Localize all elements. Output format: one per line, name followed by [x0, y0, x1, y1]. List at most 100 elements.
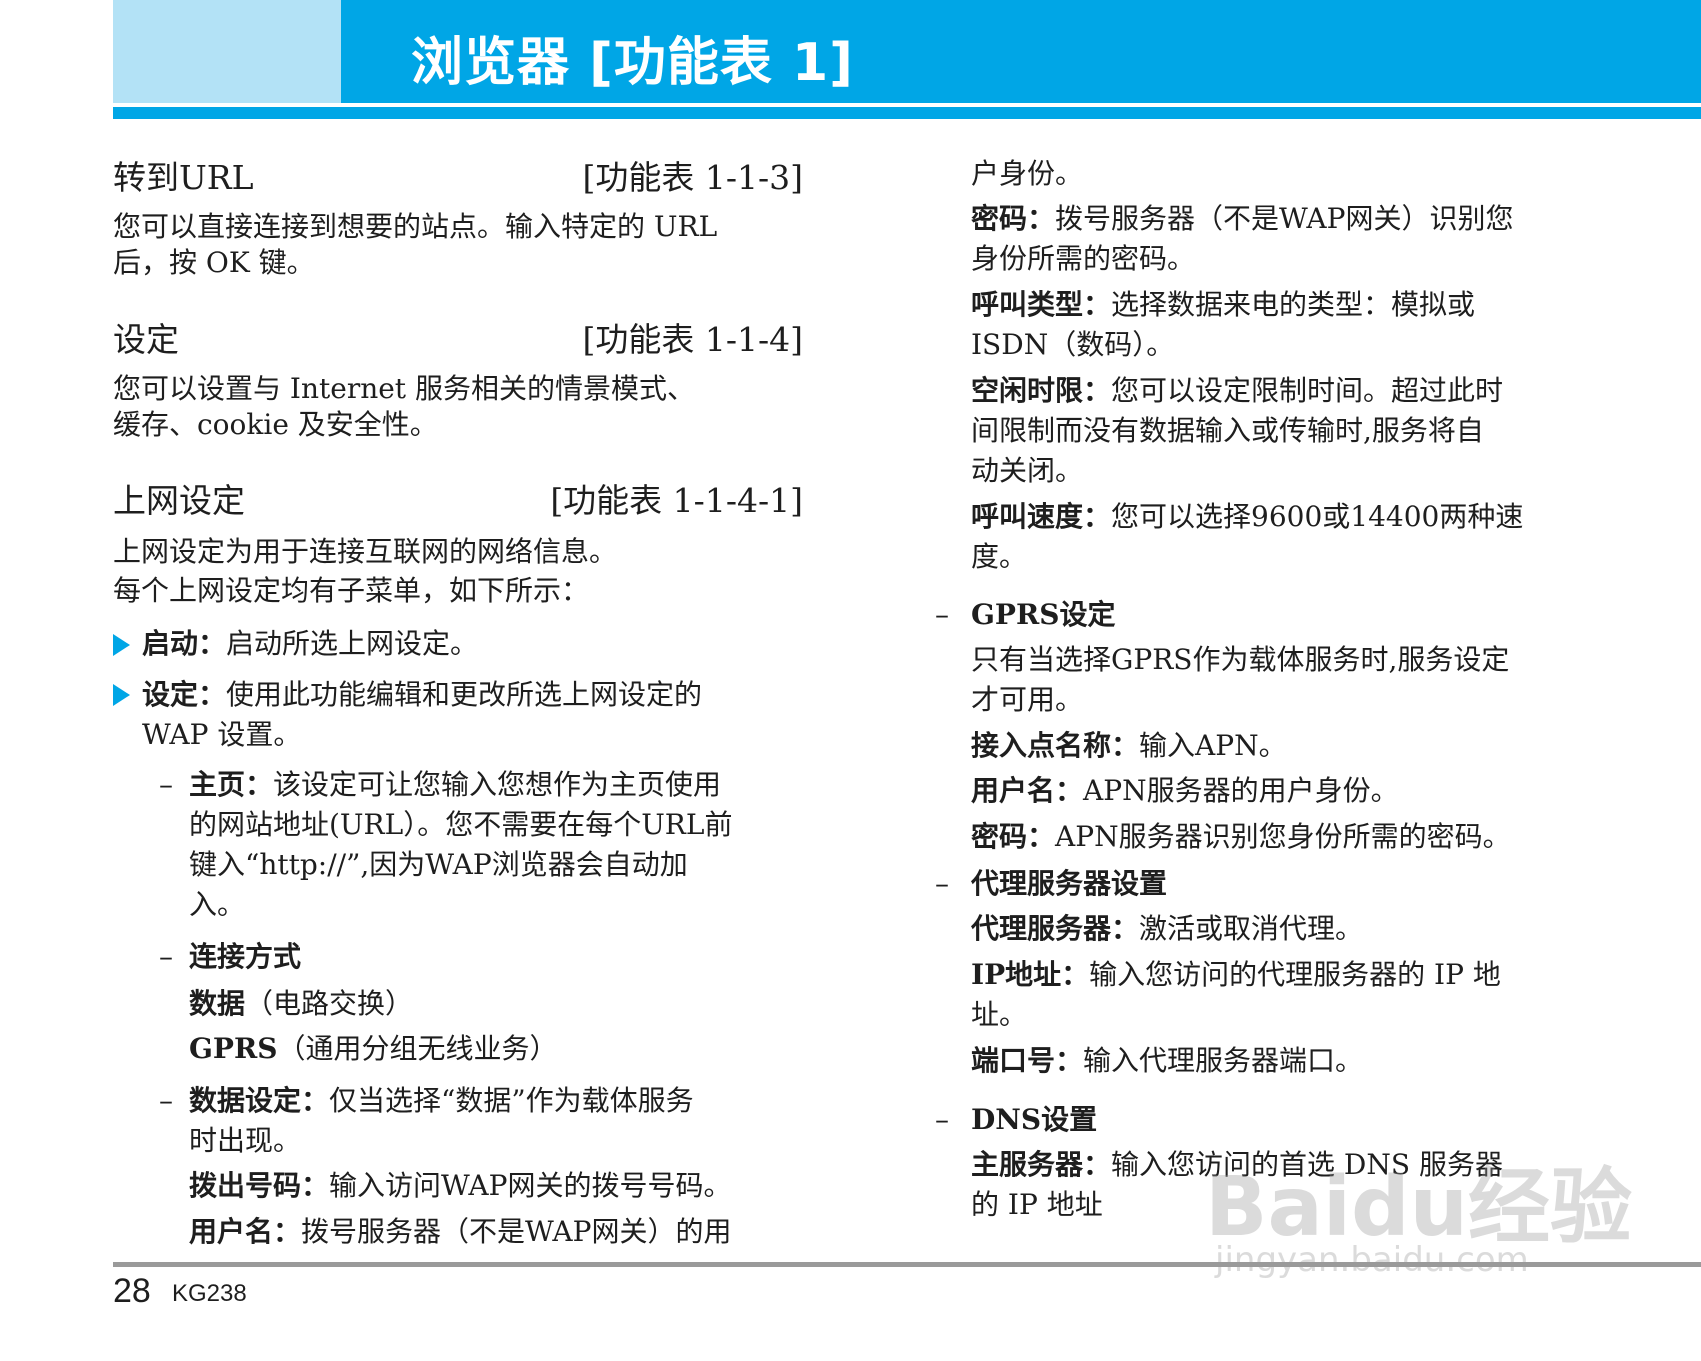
item-password: 密码：拨号服务器（不是WAP网关）识别您: [971, 200, 1513, 238]
item-text: 仅当选择“数据”作为载体服务: [329, 1084, 694, 1117]
item-label: 接入点名称：: [971, 729, 1140, 762]
item-text: 输入您访问的代理服务器的 IP 地: [1089, 958, 1501, 991]
bullet-label: 启动：: [142, 627, 227, 660]
section-title-profiles: 上网设定: [113, 481, 245, 520]
item-gprs-password: 密码：APN服务器识别您身份所需的密码。: [971, 818, 1511, 856]
menu-ref-settings: [功能表 1-1-4]: [582, 320, 803, 359]
body-text: 址。: [971, 998, 1028, 1031]
menu-ref-goto-url: [功能表 1-1-3]: [582, 158, 803, 197]
bullet-triangle-icon: [113, 634, 130, 656]
body-text: ISDN（数码）。: [971, 328, 1175, 361]
item-ip-address: IP地址：输入您访问的代理服务器的 IP 地: [971, 956, 1501, 994]
item-text: 输入APN。: [1139, 729, 1287, 762]
option-gprs: GPRS（通用分组无线业务）: [189, 1030, 557, 1068]
page-title: 浏览器 [功能表 1]: [411, 33, 854, 93]
baidu-watermark: Baidu经验 jingyan.baidu.com: [1205, 1140, 1632, 1290]
item-label: 空闲时限：: [971, 374, 1112, 407]
item-label: IP地址：: [971, 958, 1090, 991]
body-text: 上网设定为用于连接互联网的网络信息。: [113, 535, 618, 568]
item-text: 拨号服务器（不是WAP网关）识别您: [1055, 202, 1514, 235]
item-text: 输入代理服务器端口。: [1083, 1044, 1364, 1077]
item-apn: 接入点名称：输入APN。: [971, 727, 1287, 765]
item-label: 连接方式: [189, 940, 302, 973]
item-text: 您可以选择9600或14400两种速: [1111, 500, 1524, 533]
body-text: 您可以设置与 Internet 服务相关的情景模式、: [113, 372, 695, 405]
body-text: 度。: [971, 540, 1028, 573]
item-label: 主服务器：: [971, 1148, 1112, 1181]
item-label: 代理服务器设置: [971, 867, 1168, 900]
item-text: 您可以设定限制时间。超过此时: [1111, 374, 1504, 407]
item-label: 端口号：: [971, 1044, 1084, 1077]
item-label: DNS设置: [971, 1103, 1098, 1136]
item-gprs-settings: GPRS设定: [971, 596, 1115, 634]
menu-ref-profiles: [功能表 1-1-4-1]: [550, 481, 803, 520]
body-text: WAP 设置。: [142, 718, 302, 751]
bullet-label: 设定：: [142, 678, 227, 711]
body-text: 入。: [189, 888, 246, 921]
body-text: 户身份。: [971, 157, 1084, 190]
header-rule: [113, 107, 1701, 119]
body-text: 每个上网设定均有子菜单，如下所示：: [113, 574, 590, 607]
item-label: 密码：: [971, 202, 1056, 235]
item-data-settings: 数据设定：仅当选择“数据”作为载体服务: [189, 1082, 694, 1120]
item-connection-type: 连接方式: [189, 938, 301, 976]
body-text: 的网站地址(URL）。您不需要在每个URL前: [189, 808, 733, 841]
bullet-activate: 启动：启动所选上网设定。: [142, 625, 478, 663]
body-text: 的 IP 地址: [971, 1188, 1103, 1221]
page-number: 28: [113, 1272, 151, 1310]
item-idle-timeout: 空闲时限：您可以设定限制时间。超过此时: [971, 372, 1503, 410]
section-title-settings: 设定: [113, 320, 179, 359]
section-title-goto-url: 转到URL: [113, 158, 254, 197]
item-text: 输入访问WAP网关的拨号号码。: [329, 1169, 732, 1202]
item-label: 密码：: [971, 820, 1056, 853]
body-text: 后，按 OK 键。: [113, 246, 315, 279]
item-label: GPRS设定: [971, 598, 1116, 631]
watermark-url-text: jingyan.baidu.com: [1215, 1240, 1529, 1280]
bullet-settings: 设定：使用此功能编辑和更改所选上网设定的: [142, 676, 702, 714]
option-data: 数据（电路交换）: [189, 985, 413, 1023]
item-label: 代理服务器：: [971, 912, 1140, 945]
dash-marker: –: [159, 768, 173, 801]
dash-marker: –: [159, 940, 173, 973]
item-text: 激活或取消代理。: [1139, 912, 1364, 945]
dash-marker: –: [159, 1084, 173, 1117]
item-proxy-settings: 代理服务器设置: [971, 865, 1167, 903]
item-label: 主页：: [189, 768, 274, 801]
body-text: 间限制而没有数据输入或传输时,服务将自: [971, 414, 1484, 447]
item-label: 呼叫类型：: [971, 288, 1112, 321]
bullet-text: 启动所选上网设定。: [226, 627, 479, 660]
item-text: APN服务器的用户身份。: [1083, 774, 1399, 807]
item-text: 该设定可让您输入您想作为主页使用: [273, 768, 722, 801]
dash-marker: –: [935, 1103, 949, 1136]
body-text: 动关闭。: [971, 454, 1084, 487]
item-text: APN服务器识别您身份所需的密码。: [1055, 820, 1511, 853]
item-label: 数据设定：: [189, 1084, 330, 1117]
body-text: 时出现。: [189, 1124, 302, 1157]
body-text: 您可以直接连接到想要的站点。输入特定的 URL: [113, 210, 718, 243]
item-text: 选择数据来电的类型：模拟或: [1111, 288, 1476, 321]
bullet-text: 使用此功能编辑和更改所选上网设定的: [226, 678, 703, 711]
item-label: 数据: [189, 987, 246, 1020]
item-dns-settings: DNS设置: [971, 1101, 1097, 1139]
header-bar: 浏览器 [功能表 1]: [113, 0, 1701, 103]
item-call-speed: 呼叫速度：您可以选择9600或14400两种速: [971, 498, 1523, 536]
item-label: 呼叫速度：: [971, 500, 1112, 533]
item-proxy: 代理服务器：激活或取消代理。: [971, 910, 1363, 948]
body-text: 缓存、cookie 及安全性。: [113, 408, 438, 441]
footer-rule: [113, 1262, 1701, 1267]
body-text: 才可用。: [971, 683, 1084, 716]
item-label: 用户名：: [189, 1215, 302, 1248]
item-label: 拨出号码：: [189, 1169, 330, 1202]
body-text: 身份所需的密码。: [971, 242, 1196, 275]
item-label: 用户名：: [971, 774, 1084, 807]
item-user-name: 用户名：拨号服务器（不是WAP网关）的用: [189, 1213, 731, 1251]
header-light-block: [113, 0, 341, 103]
dash-marker: –: [935, 867, 949, 900]
body-text: 只有当选择GPRS作为载体服务时,服务设定: [971, 643, 1510, 676]
item-dial-number: 拨出号码：输入访问WAP网关的拨号号码。: [189, 1167, 731, 1205]
body-text: 键入“http://”,因为WAP浏览器会自动加: [189, 848, 688, 881]
item-gprs-user: 用户名：APN服务器的用户身份。: [971, 772, 1399, 810]
item-text: （电路交换）: [245, 987, 414, 1020]
item-port: 端口号：输入代理服务器端口。: [971, 1042, 1363, 1080]
model-name: KG238: [172, 1280, 247, 1307]
